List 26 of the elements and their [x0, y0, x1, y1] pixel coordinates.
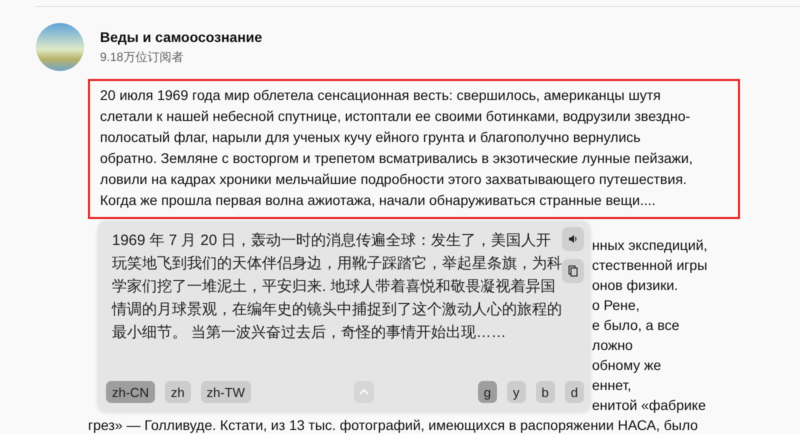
paragraph-fragment: нных экспедиций,: [592, 237, 708, 253]
copy-icon: [568, 265, 578, 277]
engine-button[interactable]: b: [536, 381, 555, 403]
engine-button[interactable]: y: [507, 381, 526, 403]
caret-icon: [359, 389, 370, 395]
engine-button[interactable]: d: [564, 381, 584, 403]
paragraph-fragment: ложно: [592, 337, 633, 353]
paragraph-fragment: обному же: [592, 357, 662, 373]
paragraph-line: грез» — Голливуде. Кстати, из 13 тыс. фотографий, имеющихся в распоряжении НАСА, было: [88, 416, 699, 434]
translation-text: 1969 年 7 月 20 日，轰动一时的消息传遍全球：发生了，美国人开玩笑地飞到我们的天体伴侣身边，用靴子踩踏它，举起星条旗，为科学家们挖了一堆泥土，平安归来. 地球人带着喜悦和敬畏凝视着异国情调的月球景观，在编年史的镜头中捕捉到了这个激动人心的旅程的最小细节。 当第一波兴奋过去后，奇怪的事情开始出现……: [112, 231, 563, 343]
paragraph-fragment: еннет,: [592, 377, 632, 393]
paragraph-fragment: стественной игры: [592, 257, 708, 273]
language-button[interactable]: zh: [164, 381, 191, 403]
paragraph-fragment: енитой «фабрике: [592, 397, 706, 413]
paragraph-fragment: онов физики.: [592, 277, 678, 293]
channel-name[interactable]: Веды и самоосознание: [100, 28, 262, 44]
language-button[interactable]: zh-CN: [106, 381, 155, 403]
speaker-icon: [568, 234, 578, 244]
paragraph-text: 20 июля 1969 года мир облетела сенсационная весть: свершилось, американцы шутя слетали к нашей небесной спутнице, истоптали ее своими ботинками, водрузили звездно-полосатый флаг, нарыли для ученых кучу ейного грунта и благополучно вернулись обратно. Земляне с восторгом и трепетом всматривались в экзотические лунные пейзажи, ловили на кадрах хроники мельчайшие подробности этого захватывающего путешествия. Когда же прошла первая волна ажиотажа, начали обнаруживаться странные вещи....: [100, 86, 694, 210]
paragraph-fragment: о Рене,: [592, 297, 640, 313]
subscriber-count: 9.18万位订阅者: [100, 48, 184, 66]
speaker-button[interactable]: [562, 227, 584, 251]
language-button[interactable]: zh-TW: [200, 381, 251, 403]
engine-button[interactable]: g: [478, 381, 498, 403]
paragraph-fragment: е было, а все: [592, 317, 680, 333]
copy-button[interactable]: [562, 259, 584, 283]
